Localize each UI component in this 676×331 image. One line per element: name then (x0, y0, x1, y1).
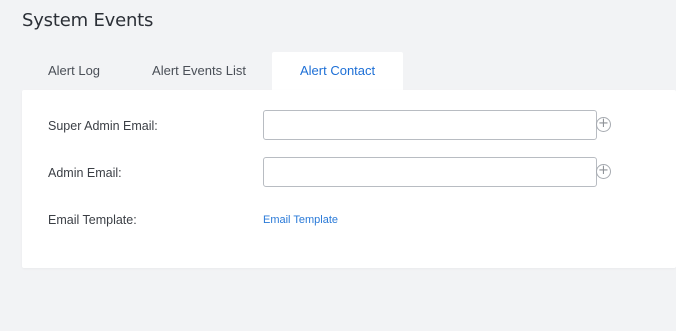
page-title: System Events (22, 10, 154, 31)
tab-alert-events-list[interactable]: Alert Events List (126, 52, 272, 90)
super-admin-email-row: Super Admin Email: + (22, 110, 676, 142)
tab-bar: Alert Log Alert Events List Alert Contac… (22, 52, 404, 90)
super-admin-email-input[interactable] (263, 110, 597, 140)
add-super-admin-email-icon[interactable]: + (596, 117, 611, 132)
admin-email-input[interactable] (263, 157, 597, 187)
admin-email-label: Admin Email: (48, 166, 122, 180)
admin-email-row: Admin Email: + (22, 157, 676, 189)
email-template-label: Email Template: (48, 213, 137, 227)
tab-alert-log[interactable]: Alert Log (22, 52, 126, 90)
tab-alert-contact[interactable]: Alert Contact (271, 52, 404, 90)
email-template-link[interactable]: Email Template (263, 204, 338, 236)
email-template-row: Email Template: Email Template (22, 204, 676, 236)
super-admin-email-label: Super Admin Email: (48, 119, 158, 133)
alert-contact-panel: Super Admin Email: + Admin Email: + Emai… (22, 90, 676, 268)
add-admin-email-icon[interactable]: + (596, 164, 611, 179)
